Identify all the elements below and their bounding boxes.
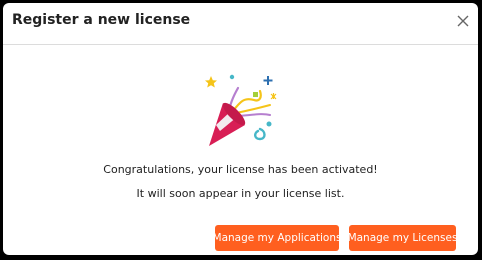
dialog-title: Register a new license: [12, 12, 191, 28]
close-button[interactable]: [452, 10, 474, 32]
manage-applications-button[interactable]: Manage my Applications: [213, 225, 341, 251]
teal-coil: [254, 127, 266, 141]
lime-square: [253, 92, 258, 97]
close-icon: [457, 15, 469, 27]
info-message: It will soon appear in your license list…: [136, 187, 345, 200]
manage-licenses-button[interactable]: Manage my Licenses: [348, 225, 457, 251]
teal-dot: [229, 74, 235, 80]
sparkle-confetti: [263, 76, 273, 85]
license-dialog: Register a new license Congratulations, …: [3, 3, 478, 255]
star-confetti: [205, 76, 217, 88]
dialog-header: Register a new license: [3, 3, 478, 45]
success-message: Congratulations, your license has been a…: [103, 163, 378, 176]
yellow-burst: [270, 93, 277, 100]
party-popper-icon: [205, 74, 277, 146]
purple-streamer-2: [237, 113, 271, 117]
yellow-streamer-2: [235, 104, 271, 114]
teal-dot-2: [266, 121, 272, 127]
